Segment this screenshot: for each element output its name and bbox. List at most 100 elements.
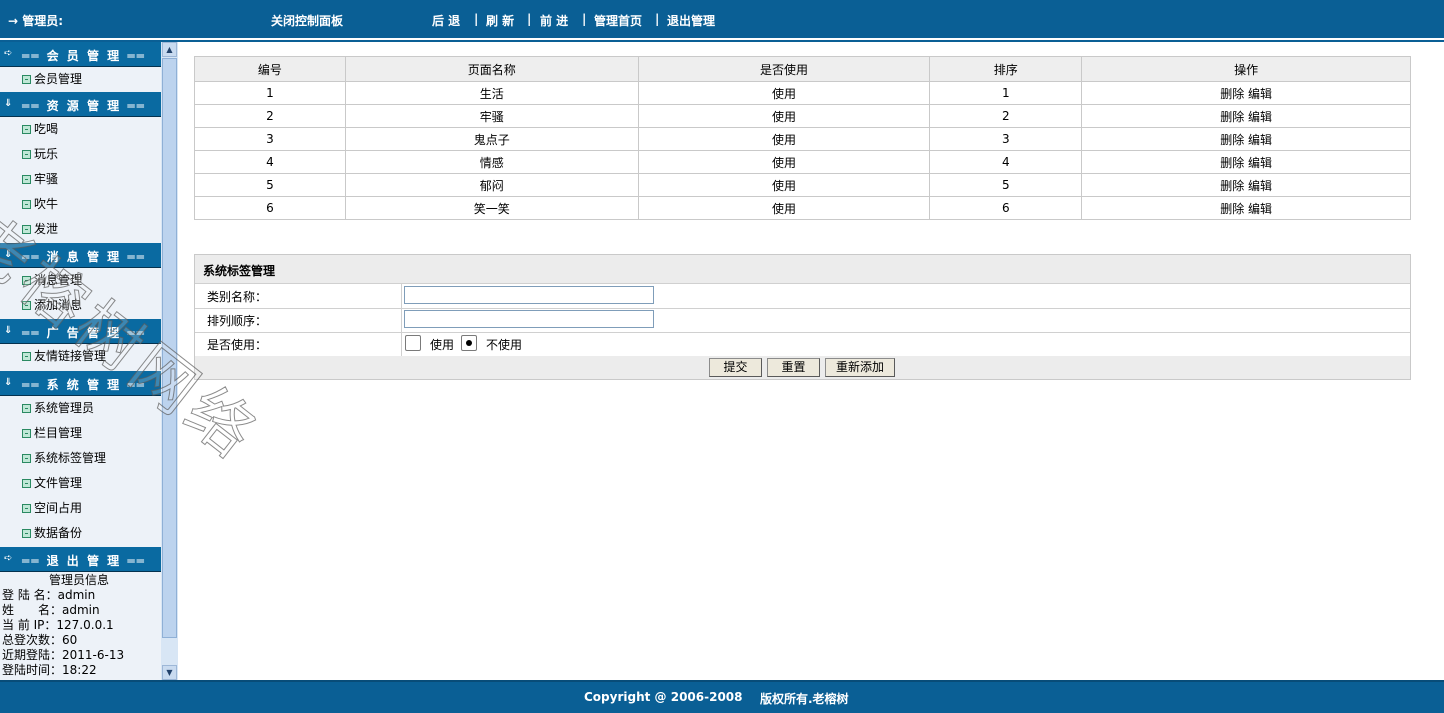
cell-use-status: 使用 xyxy=(637,81,931,105)
rights-text: 版权所有.老榕树 xyxy=(760,692,849,706)
scroll-up-icon[interactable]: ▲ xyxy=(162,42,177,57)
section-title: ══ 资 源 管 理 ══ xyxy=(22,99,146,113)
order-input[interactable] xyxy=(404,310,654,328)
sidebar-item-column-management[interactable]: 栏目管理 xyxy=(22,424,82,442)
form-header: 系统标签管理 xyxy=(195,255,1410,284)
edit-link[interactable]: 编辑 xyxy=(1248,156,1272,170)
admin-home-link[interactable]: 管理首页 xyxy=(594,12,642,29)
readd-button[interactable]: 重新添加 xyxy=(825,358,895,377)
sidebar-item-label: 发泄 xyxy=(34,222,59,236)
delete-link[interactable]: 删除 xyxy=(1220,133,1244,147)
cell-actions: 删除 编辑 xyxy=(1081,150,1411,174)
sidebar-item-label: 系统管理员 xyxy=(34,401,95,415)
logout-link[interactable]: 退出管理 xyxy=(667,12,715,29)
sidebar-item-label: 数据备份 xyxy=(34,526,83,540)
section-resource-management[interactable]: ⇓ ══ 资 源 管 理 ══ xyxy=(0,92,161,117)
delete-link[interactable]: 删除 xyxy=(1220,179,1244,193)
sidebar-item-member-management[interactable]: 会员管理 xyxy=(22,70,82,88)
cell-use-status: 使用 xyxy=(637,173,931,197)
delete-link[interactable]: 删除 xyxy=(1220,202,1244,216)
section-message-management[interactable]: ⇓ ══ 消 息 管 理 ══ xyxy=(0,243,161,268)
sidebar-item-system-tags[interactable]: 系统标签管理 xyxy=(22,449,106,467)
sidebar-item-space-usage[interactable]: 空间占用 xyxy=(22,499,82,517)
divider xyxy=(401,332,402,356)
sidebar-item-label: 牢骚 xyxy=(34,172,59,186)
sidebar-item-friend-links[interactable]: 友情链接管理 xyxy=(22,347,106,365)
back-link[interactable]: 后 退 xyxy=(432,12,460,29)
edit-link[interactable]: 编辑 xyxy=(1248,179,1272,193)
cell-id: 5 xyxy=(194,173,346,197)
bullet-icon xyxy=(22,529,31,538)
footer: Copyright @ 2006-2008 版权所有.老榕树 xyxy=(0,680,1444,713)
cell-order: 4 xyxy=(929,150,1083,174)
category-name-input[interactable] xyxy=(404,286,654,304)
order-row: 排列顺序： xyxy=(195,308,1410,333)
use-radio[interactable] xyxy=(405,335,421,351)
separator: | xyxy=(474,12,479,26)
submit-button[interactable]: 提交 xyxy=(709,358,762,377)
expand-arrow-icon: ➪ xyxy=(4,48,13,59)
not-use-radio[interactable] xyxy=(461,335,477,351)
bullet-icon xyxy=(22,404,31,413)
edit-link[interactable]: 编辑 xyxy=(1248,110,1272,124)
bullet-icon xyxy=(22,75,31,84)
separator: | xyxy=(655,12,660,26)
sidebar-item-fun[interactable]: 玩乐 xyxy=(22,145,58,163)
form-title: 系统标签管理 xyxy=(203,264,276,278)
section-title: ══ 消 息 管 理 ══ xyxy=(22,250,146,264)
collapse-arrow-icon: ⇓ xyxy=(4,249,13,260)
sidebar-item-brag[interactable]: 吹牛 xyxy=(22,195,58,213)
section-system-management[interactable]: ⇓ ══ 系 统 管 理 ══ xyxy=(0,371,161,396)
scroll-thumb[interactable] xyxy=(162,58,177,638)
sidebar-item-label: 会员管理 xyxy=(34,72,83,86)
section-title: ══ 会 员 管 理 ══ xyxy=(22,49,146,63)
cell-use-status: 使用 xyxy=(637,127,931,151)
section-title: ══ 退 出 管 理 ══ xyxy=(22,554,146,568)
admin-info-line: 当 前 IP：127.0.0.1 xyxy=(2,618,114,632)
reset-button[interactable]: 重置 xyxy=(767,358,820,377)
close-panel-link[interactable]: 关闭控制面板 xyxy=(271,12,343,29)
section-logout[interactable]: ➪ ══ 退 出 管 理 ══ xyxy=(0,547,161,572)
sidebar-item-file-management[interactable]: 文件管理 xyxy=(22,474,82,492)
column-header: 操作 xyxy=(1081,56,1411,82)
sidebar-item-system-admins[interactable]: 系统管理员 xyxy=(22,399,94,417)
cell-use-status: 使用 xyxy=(637,196,931,220)
sidebar-item-message-management[interactable]: 消息管理 xyxy=(22,271,82,289)
cell-order: 1 xyxy=(929,81,1083,105)
cell-order: 2 xyxy=(929,104,1083,128)
delete-link[interactable]: 删除 xyxy=(1220,87,1244,101)
sidebar-scrollbar[interactable]: ▲ ▼ xyxy=(161,42,178,680)
sidebar-item-eat-drink[interactable]: 吃喝 xyxy=(22,120,58,138)
cell-id: 1 xyxy=(194,81,346,105)
not-use-radio-label: 不使用 xyxy=(486,338,523,352)
section-member-management[interactable]: ➪ ══ 会 员 管 理 ══ xyxy=(0,42,161,67)
forward-link[interactable]: 前 进 xyxy=(540,12,568,29)
collapse-arrow-icon: ⇓ xyxy=(4,98,13,109)
sidebar-item-complaints[interactable]: 牢骚 xyxy=(22,170,58,188)
admin-info-line: 总登次数：60 xyxy=(2,633,78,647)
sidebar-item-vent[interactable]: 发泄 xyxy=(22,220,58,238)
sidebar-item-add-message[interactable]: 添加消息 xyxy=(22,296,82,314)
sidebar-item-data-backup[interactable]: 数据备份 xyxy=(22,524,82,542)
admin-label: → 管理员: xyxy=(8,14,64,28)
bullet-icon xyxy=(22,301,31,310)
cell-id: 3 xyxy=(194,127,346,151)
edit-link[interactable]: 编辑 xyxy=(1248,202,1272,216)
cell-page-name: 郁闷 xyxy=(344,173,639,197)
edit-link[interactable]: 编辑 xyxy=(1248,87,1272,101)
section-ad-management[interactable]: ⇓ ══ 广 告 管 理 ══ xyxy=(0,319,161,344)
section-title: ══ 广 告 管 理 ══ xyxy=(22,326,146,340)
bullet-icon xyxy=(22,125,31,134)
refresh-link[interactable]: 刷 新 xyxy=(486,12,514,29)
edit-link[interactable]: 编辑 xyxy=(1248,133,1272,147)
cell-id: 2 xyxy=(194,104,346,128)
expand-arrow-icon: ➪ xyxy=(4,553,13,564)
admin-info-line: 登陆时间：18:22 xyxy=(2,663,97,677)
sidebar-item-label: 吃喝 xyxy=(34,122,59,136)
cell-actions: 删除 编辑 xyxy=(1081,104,1411,128)
scroll-down-icon[interactable]: ▼ xyxy=(162,665,177,680)
delete-link[interactable]: 删除 xyxy=(1220,156,1244,170)
use-radio-label: 使用 xyxy=(430,338,455,352)
delete-link[interactable]: 删除 xyxy=(1220,110,1244,124)
admin-info-line: 姓 名：admin xyxy=(2,603,100,617)
